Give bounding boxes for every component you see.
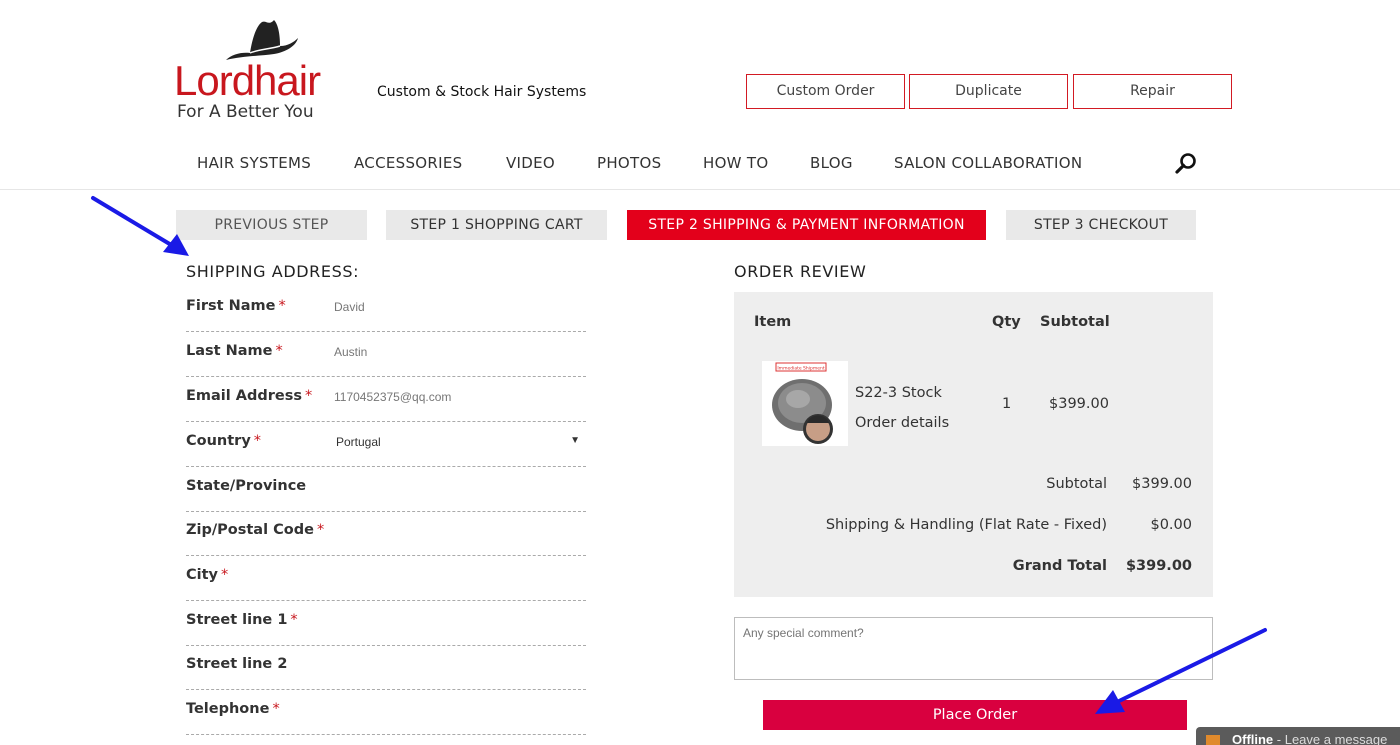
lordhair-logo[interactable]: Lordhair For A Better You bbox=[174, 16, 339, 124]
telephone-row: Telephone * bbox=[186, 690, 586, 735]
shipping-value: $0.00 bbox=[1150, 517, 1192, 533]
nav-salon-collaboration[interactable]: SALON COLLABORATION bbox=[894, 154, 1082, 172]
last-name-label: Last Name * bbox=[186, 343, 283, 359]
chat-message: - Leave a message bbox=[1273, 732, 1388, 745]
nav-video[interactable]: VIDEO bbox=[506, 154, 555, 172]
mail-icon bbox=[1206, 735, 1220, 745]
street-line-1-field[interactable] bbox=[334, 614, 584, 634]
step-2-shipping-payment[interactable]: STEP 2 SHIPPING & PAYMENT INFORMATION bbox=[627, 210, 986, 240]
order-review-title: ORDER REVIEW bbox=[734, 262, 867, 281]
subtotal-label: Subtotal bbox=[1046, 476, 1107, 492]
zip-field[interactable] bbox=[334, 524, 584, 544]
state-field[interactable] bbox=[334, 480, 584, 500]
product-thumbnail[interactable]: Immediate Shipment bbox=[762, 361, 848, 446]
col-item-header: Item bbox=[754, 314, 792, 330]
zip-label: Zip/Postal Code * bbox=[186, 522, 325, 538]
repair-button[interactable]: Repair bbox=[1073, 74, 1232, 109]
previous-step-button[interactable]: PREVIOUS STEP bbox=[176, 210, 367, 240]
item-price: $399.00 bbox=[1049, 396, 1109, 412]
telephone-label: Telephone * bbox=[186, 701, 280, 717]
nav-photos[interactable]: PHOTOS bbox=[597, 154, 661, 172]
logo-tagline: For A Better You bbox=[177, 102, 314, 122]
product-image: Immediate Shipment bbox=[772, 362, 833, 444]
first-name-row: First Name * David bbox=[186, 287, 586, 332]
immediate-shipment-badge: Immediate Shipment bbox=[777, 366, 825, 372]
duplicate-button[interactable]: Duplicate bbox=[909, 74, 1068, 109]
country-select[interactable]: Portugal ▼ bbox=[336, 435, 584, 449]
country-label: Country * bbox=[186, 433, 262, 449]
product-name: S22-3 Stock bbox=[855, 385, 942, 401]
nav-how-to[interactable]: HOW TO bbox=[703, 154, 768, 172]
shipping-address-title: SHIPPING ADDRESS: bbox=[186, 262, 360, 281]
search-icon[interactable] bbox=[1174, 151, 1198, 175]
grand-total-value: $399.00 bbox=[1125, 558, 1192, 574]
street-line-1-row: Street line 1 * bbox=[186, 601, 586, 646]
last-name-field[interactable]: Austin bbox=[334, 345, 367, 359]
first-name-field[interactable]: David bbox=[334, 300, 365, 314]
special-comment-input[interactable] bbox=[734, 617, 1213, 680]
step-1-shopping-cart[interactable]: STEP 1 SHOPPING CART bbox=[386, 210, 607, 240]
place-order-button[interactable]: Place Order bbox=[763, 700, 1187, 730]
order-review-panel: Item Qty Subtotal Immediate Shipment S22… bbox=[734, 292, 1213, 597]
nav-blog[interactable]: BLOG bbox=[810, 154, 853, 172]
site-tagline: Custom & Stock Hair Systems bbox=[377, 84, 587, 100]
city-row: City * bbox=[186, 556, 586, 601]
subtotal-value: $399.00 bbox=[1132, 476, 1192, 492]
street-line-2-label: Street line 2 bbox=[186, 656, 288, 672]
email-label: Email Address * bbox=[186, 388, 313, 404]
live-chat-tab[interactable]: Offline - Leave a message bbox=[1196, 727, 1400, 745]
custom-order-button[interactable]: Custom Order bbox=[746, 74, 905, 109]
header-divider bbox=[0, 189, 1400, 190]
state-row: State/Province bbox=[186, 467, 586, 512]
item-qty: 1 bbox=[1002, 396, 1012, 412]
country-row: Country * Portugal ▼ bbox=[186, 422, 586, 467]
email-row: Email Address * 1170452375@qq.com bbox=[186, 377, 586, 422]
nav-hair-systems[interactable]: HAIR SYSTEMS bbox=[197, 154, 311, 172]
chat-status: Offline bbox=[1232, 732, 1274, 745]
street-line-2-row: Street line 2 bbox=[186, 645, 586, 690]
order-details-link[interactable]: Order details bbox=[855, 415, 949, 431]
last-name-row: Last Name * Austin bbox=[186, 332, 586, 377]
email-field[interactable]: 1170452375@qq.com bbox=[334, 390, 451, 404]
dropdown-caret-icon: ▼ bbox=[570, 435, 580, 446]
street-line-2-field[interactable] bbox=[334, 658, 584, 678]
nav-accessories[interactable]: ACCESSORIES bbox=[354, 154, 462, 172]
first-name-label: First Name * bbox=[186, 298, 286, 314]
telephone-field[interactable] bbox=[334, 703, 584, 723]
city-field[interactable] bbox=[334, 569, 584, 589]
street-line-1-label: Street line 1 * bbox=[186, 612, 298, 628]
shipping-label: Shipping & Handling (Flat Rate - Fixed) bbox=[825, 517, 1107, 533]
grand-total-label: Grand Total bbox=[1012, 558, 1107, 574]
col-subtotal-header: Subtotal bbox=[1040, 314, 1110, 330]
city-label: City * bbox=[186, 567, 229, 583]
logo-wordmark: Lordhair bbox=[174, 57, 321, 104]
zip-row: Zip/Postal Code * bbox=[186, 511, 586, 556]
state-label: State/Province bbox=[186, 478, 307, 494]
col-qty-header: Qty bbox=[992, 314, 1021, 330]
step-3-checkout[interactable]: STEP 3 CHECKOUT bbox=[1006, 210, 1196, 240]
